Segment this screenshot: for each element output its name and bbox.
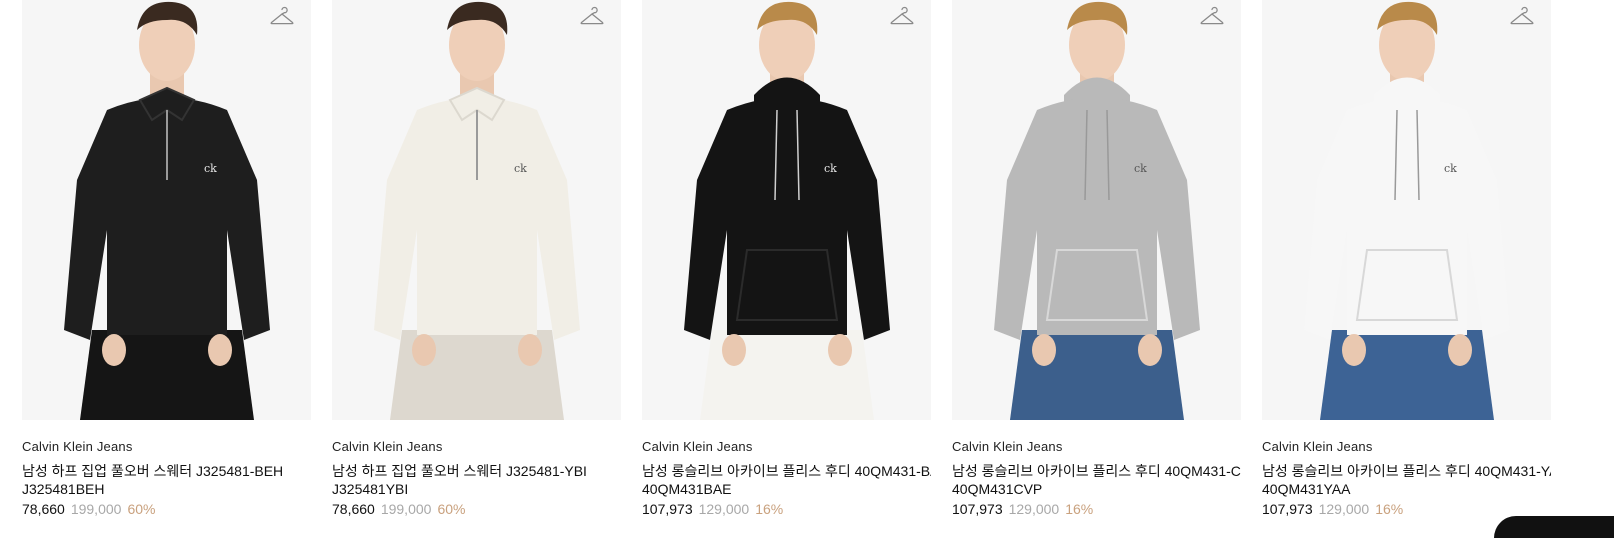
product-brand[interactable]: Calvin Klein Jeans: [1262, 439, 1551, 454]
product-name-line2[interactable]: 40QM431BAE: [642, 480, 931, 498]
product-name[interactable]: 남성 하프 집업 풀오버 스웨터 J325481-BEH J325481BEH: [22, 462, 311, 498]
product-name-line1[interactable]: 남성 하프 집업 풀오버 스웨터 J325481-YBI: [332, 462, 621, 480]
original-price: 129,000: [1318, 501, 1370, 517]
product-name-line2[interactable]: J325481BEH: [22, 480, 311, 498]
product-name-line1[interactable]: 남성 하프 집업 풀오버 스웨터 J325481-BEH: [22, 462, 311, 480]
model-photo: ck: [374, 1, 580, 420]
product-prices: 107,973 129,000 16%: [952, 501, 1241, 518]
product-name[interactable]: 남성 하프 집업 풀오버 스웨터 J325481-YBI J325481YBI: [332, 462, 621, 498]
product-name-line2[interactable]: 40QM431CVP: [952, 480, 1241, 498]
hanger-icon[interactable]: [269, 4, 295, 30]
product-card[interactable]: ck Calvin Klein Jeans 남성 하프 집업 풀오버 스웨터 J…: [332, 0, 621, 518]
product-brand[interactable]: Calvin Klein Jeans: [332, 439, 621, 454]
model-photo: ck: [64, 1, 270, 420]
original-price: 199,000: [70, 501, 122, 517]
product-name-line2[interactable]: 40QM431YAA: [1262, 480, 1551, 498]
svg-text:ck: ck: [1444, 162, 1457, 175]
product-prices: 107,973 129,000 16%: [642, 501, 931, 518]
product-image[interactable]: ck: [332, 0, 621, 420]
product-prices: 78,660 199,000 60%: [22, 501, 311, 518]
sale-price: 107,973: [1262, 501, 1313, 517]
product-image[interactable]: ck: [642, 0, 931, 420]
floating-chat-widget[interactable]: [1494, 516, 1614, 538]
product-brand[interactable]: Calvin Klein Jeans: [22, 439, 311, 454]
product-name-line1[interactable]: 남성 롱슬리브 아카이브 플리스 후디 40QM431-CVP: [952, 462, 1241, 480]
product-brand[interactable]: Calvin Klein Jeans: [952, 439, 1241, 454]
svg-text:ck: ck: [1134, 162, 1147, 175]
discount-rate: 60%: [437, 501, 466, 517]
product-name-line1[interactable]: 남성 롱슬리브 아카이브 플리스 후디 40QM431-BAE: [642, 462, 931, 480]
svg-text:ck: ck: [204, 162, 217, 175]
product-brand[interactable]: Calvin Klein Jeans: [642, 439, 931, 454]
hanger-icon[interactable]: [1199, 4, 1225, 30]
product-card[interactable]: ck Calvin Klein Jeans 남성 롱슬리브 아카이브 플리스 후…: [1262, 0, 1551, 518]
discount-rate: 16%: [1375, 501, 1404, 517]
product-prices: 78,660 199,000 60%: [332, 501, 621, 518]
hanger-icon[interactable]: [889, 4, 915, 30]
model-photo: ck: [1304, 1, 1510, 420]
product-grid: ck Calvin Klein Jeans 남성 하프 집업 풀오버 스웨터 J…: [22, 0, 1551, 518]
svg-text:ck: ck: [824, 162, 837, 175]
sale-price: 78,660: [332, 501, 375, 517]
product-name-line2[interactable]: J325481YBI: [332, 480, 621, 498]
product-card[interactable]: ck Calvin Klein Jeans 남성 롱슬리브 아카이브 플리스 후…: [642, 0, 931, 518]
hanger-icon[interactable]: [579, 4, 605, 30]
model-photo: ck: [684, 1, 890, 420]
product-image[interactable]: ck: [952, 0, 1241, 420]
hanger-icon[interactable]: [1509, 4, 1535, 30]
product-name[interactable]: 남성 롱슬리브 아카이브 플리스 후디 40QM431-CVP 40QM431C…: [952, 462, 1241, 498]
product-name[interactable]: 남성 롱슬리브 아카이브 플리스 후디 40QM431-YAA 40QM431Y…: [1262, 462, 1551, 498]
original-price: 129,000: [1008, 501, 1060, 517]
discount-rate: 16%: [1065, 501, 1094, 517]
product-image[interactable]: ck: [22, 0, 311, 420]
product-card[interactable]: ck Calvin Klein Jeans 남성 롱슬리브 아카이브 플리스 후…: [952, 0, 1241, 518]
original-price: 199,000: [380, 501, 432, 517]
sale-price: 107,973: [952, 501, 1003, 517]
sale-price: 78,660: [22, 501, 65, 517]
original-price: 129,000: [698, 501, 750, 517]
product-prices: 107,973 129,000 16%: [1262, 501, 1551, 518]
product-name[interactable]: 남성 롱슬리브 아카이브 플리스 후디 40QM431-BAE 40QM431B…: [642, 462, 931, 498]
product-card[interactable]: ck Calvin Klein Jeans 남성 하프 집업 풀오버 스웨터 J…: [22, 0, 311, 518]
product-name-line1[interactable]: 남성 롱슬리브 아카이브 플리스 후디 40QM431-YAA: [1262, 462, 1551, 480]
product-image[interactable]: ck: [1262, 0, 1551, 420]
discount-rate: 16%: [755, 501, 784, 517]
model-photo: ck: [994, 1, 1200, 420]
discount-rate: 60%: [127, 501, 156, 517]
sale-price: 107,973: [642, 501, 693, 517]
svg-text:ck: ck: [514, 162, 527, 175]
